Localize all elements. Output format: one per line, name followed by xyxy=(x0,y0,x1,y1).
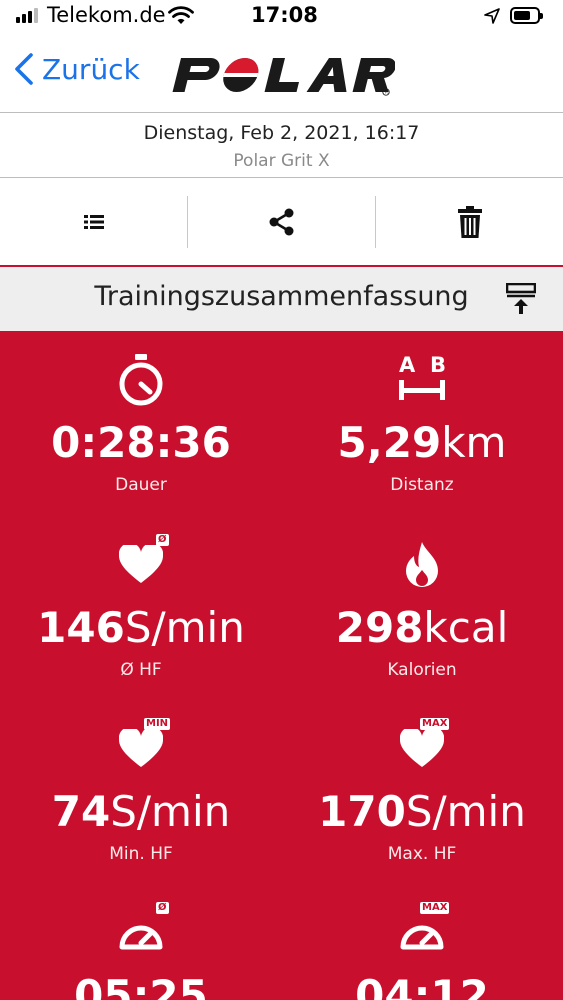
max-badge: MAX xyxy=(420,718,450,730)
location-arrow-icon xyxy=(484,8,500,28)
summary-panel: 0:28:36 Dauer A B 5,29km Distanz Ø 146S/… xyxy=(0,331,563,1000)
metric-min-hr: MIN 74S/min Min. HF xyxy=(0,714,282,864)
avg-hr-value: 146 xyxy=(37,603,125,652)
duration-label: Dauer xyxy=(115,475,167,495)
distance-unit: km xyxy=(441,418,507,467)
polar-logo: R xyxy=(170,54,396,100)
metric-duration: 0:28:36 Dauer xyxy=(0,345,282,495)
share-button[interactable] xyxy=(188,178,375,265)
heart-avg-icon: Ø xyxy=(0,530,282,600)
distance-icon: A B xyxy=(281,345,563,415)
collapse-button[interactable] xyxy=(505,282,537,319)
max-hr-unit: S/min xyxy=(405,787,526,836)
list-view-button[interactable] xyxy=(0,178,187,265)
metric-distance: A B 5,29km Distanz xyxy=(281,345,563,495)
pace-avg-icon: Ø xyxy=(0,898,282,968)
device-name: Polar Grit X xyxy=(233,151,330,171)
duration-value: 0:28:36 xyxy=(51,418,231,467)
max-hr-label: Max. HF xyxy=(387,844,457,864)
metric-avg-hr: Ø 146S/min Ø HF xyxy=(0,530,282,680)
max-pace-badge: MAX xyxy=(420,902,450,914)
stopwatch-icon xyxy=(0,345,282,415)
summary-header[interactable]: Trainingszusammenfassung xyxy=(0,267,563,331)
min-hr-value: 74 xyxy=(51,787,111,836)
collapse-icon xyxy=(505,282,537,314)
avg-hr-label: Ø HF xyxy=(120,660,162,680)
pace-max-icon: MAX xyxy=(281,898,563,968)
status-bar: Telekom.de 17:08 xyxy=(0,0,563,34)
metric-avg-pace: Ø 05:25 xyxy=(0,898,282,1000)
action-toolbar xyxy=(0,178,563,265)
avg-hr-unit: S/min xyxy=(124,603,245,652)
battery-icon xyxy=(510,7,543,24)
avg-pace-value: 05:25 xyxy=(74,971,208,1000)
distance-label: Distanz xyxy=(390,475,454,495)
back-button[interactable]: Zurück xyxy=(14,52,140,86)
delete-button[interactable] xyxy=(376,178,563,265)
divider xyxy=(0,112,563,113)
avg-pace-badge: Ø xyxy=(156,902,169,914)
calories-value: 298 xyxy=(335,603,424,652)
svg-text:A: A xyxy=(399,353,416,377)
avg-badge: Ø xyxy=(156,534,169,546)
max-hr-value: 170 xyxy=(318,787,406,836)
back-button-label: Zurück xyxy=(42,52,140,86)
svg-text:B: B xyxy=(430,353,446,377)
navigation-bar: Zurück R xyxy=(0,34,563,112)
heart-max-icon: MAX xyxy=(281,714,563,784)
max-pace-value: 04:12 xyxy=(355,971,489,1000)
svg-text:R: R xyxy=(385,90,388,96)
share-icon xyxy=(269,208,293,235)
calories-unit: kcal xyxy=(423,603,509,652)
signal-strength-icon xyxy=(16,8,38,23)
list-icon xyxy=(83,214,104,229)
session-date: Dienstag, Feb 2, 2021, 16:17 xyxy=(143,122,420,144)
min-badge: MIN xyxy=(144,718,171,730)
min-hr-label: Min. HF xyxy=(109,844,173,864)
distance-value: 5,29 xyxy=(337,418,442,467)
carrier-name: Telekom.de xyxy=(47,3,166,27)
clock: 17:08 xyxy=(251,3,318,27)
metric-max-hr: MAX 170S/min Max. HF xyxy=(281,714,563,864)
min-hr-unit: S/min xyxy=(110,787,231,836)
metric-max-pace: MAX 04:12 xyxy=(281,898,563,1000)
trash-icon xyxy=(457,205,482,238)
calories-label: Kalorien xyxy=(387,660,457,680)
wifi-icon xyxy=(168,6,194,30)
chevron-left-icon xyxy=(15,53,33,85)
heart-min-icon: MIN xyxy=(0,714,282,784)
flame-icon xyxy=(281,530,563,600)
metric-calories: 298kcal Kalorien xyxy=(281,530,563,680)
summary-title: Trainingszusammenfassung xyxy=(94,281,469,312)
